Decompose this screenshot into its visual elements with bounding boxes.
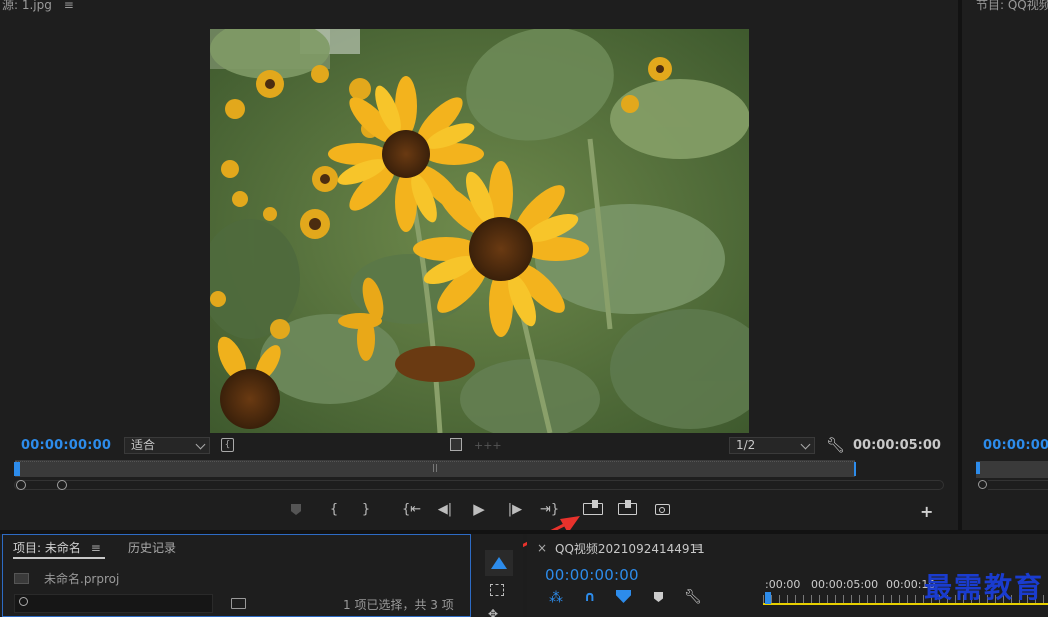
- camera-lens-icon: [659, 507, 665, 513]
- overwrite-icon-arrow: [625, 500, 631, 508]
- selection-arrow-icon: [491, 557, 507, 569]
- zoom-handle-left[interactable]: [16, 480, 26, 490]
- project-search-input[interactable]: [14, 594, 213, 613]
- chevron-down-icon: [800, 439, 811, 450]
- hamburger-icon[interactable]: ≡: [64, 0, 74, 12]
- resolution-dropdown[interactable]: 1/2: [729, 437, 815, 454]
- program-zoom-handle[interactable]: [978, 480, 987, 489]
- program-zoom-bar[interactable]: [988, 480, 1048, 490]
- source-title-text: 源: 1.jpg: [2, 0, 52, 12]
- mark-out-icon[interactable]: }: [360, 502, 372, 518]
- hamburger-icon[interactable]: ≡: [693, 540, 703, 554]
- selection-status: 1 项已选择，共 3 项: [343, 598, 454, 612]
- watermark-logo: 最需教育: [924, 571, 1045, 604]
- overwrite-icon[interactable]: [618, 500, 637, 515]
- wrench-icon[interactable]: 🔧︎: [684, 589, 702, 605]
- program-playhead[interactable]: [976, 462, 980, 474]
- ripple-edit-tool-icon[interactable]: ✥: [488, 607, 498, 617]
- resolution-label: 1/2: [736, 438, 756, 452]
- sunflower-image: [210, 29, 749, 433]
- zoom-handle-right[interactable]: [57, 480, 67, 490]
- drag-audio-icon[interactable]: +++: [474, 439, 502, 452]
- ruler-label: :00:00: [765, 578, 801, 591]
- hamburger-icon[interactable]: ≡: [91, 541, 101, 555]
- tab-project[interactable]: 项目: 未命名 ≡: [13, 539, 101, 556]
- close-tab-icon[interactable]: ×: [537, 541, 547, 555]
- ruler-label: 00:00:05:00: [811, 578, 879, 591]
- program-scrubber[interactable]: [976, 461, 1048, 478]
- settings-toggle-icon[interactable]: {: [221, 438, 234, 452]
- source-in-timecode[interactable]: 00:00:00:00: [21, 438, 111, 453]
- project-file-name: 未命名.prproj: [44, 572, 120, 586]
- active-tab-underline: [13, 557, 105, 559]
- export-frame-icon[interactable]: [655, 504, 670, 515]
- out-point-marker[interactable]: [854, 462, 856, 476]
- wrench-icon[interactable]: 🔧︎: [826, 436, 845, 454]
- program-monitor-title[interactable]: 节目: QQ视频: [976, 0, 1048, 13]
- track-select-tool-icon[interactable]: [490, 584, 504, 596]
- zoom-scroll-bar[interactable]: [14, 480, 944, 490]
- source-monitor-title[interactable]: 源: 1.jpg ≡: [2, 0, 74, 13]
- step-back-icon[interactable]: ◀|: [437, 502, 453, 518]
- go-to-in-icon[interactable]: {⇤: [402, 502, 421, 518]
- scrubber-center-mark: [433, 464, 437, 472]
- tab-project-label: 项目: 未命名: [13, 541, 81, 555]
- sequence-tab[interactable]: QQ视频20210924144911: [555, 540, 705, 557]
- mark-in-icon[interactable]: {: [328, 502, 340, 518]
- timeline-timecode[interactable]: 00:00:00:00: [545, 566, 639, 584]
- fit-dropdown-label: 适合: [131, 438, 156, 452]
- project-folder-icon: [14, 573, 29, 584]
- tab-history[interactable]: 历史记录: [128, 539, 176, 556]
- linked-selection-icon[interactable]: ∩: [584, 589, 595, 605]
- program-timecode[interactable]: 00:00:00: [983, 438, 1048, 453]
- snap-icon[interactable]: ⁂: [549, 590, 563, 606]
- add-button-icon[interactable]: +: [920, 502, 933, 521]
- selection-tool-button[interactable]: [485, 550, 513, 576]
- chevron-down-icon: [195, 439, 206, 450]
- fit-dropdown[interactable]: 适合: [124, 437, 210, 454]
- search-icon: [19, 597, 28, 606]
- source-preview-image: [210, 29, 749, 433]
- drag-video-icon[interactable]: [450, 438, 462, 451]
- source-playhead[interactable]: [14, 462, 20, 476]
- find-bin-icon[interactable]: [231, 598, 246, 609]
- timeline-playhead[interactable]: [765, 592, 771, 604]
- source-duration-timecode: 00:00:05:00: [853, 438, 941, 453]
